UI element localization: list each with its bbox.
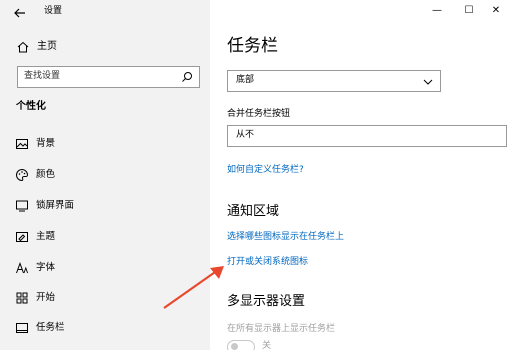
minimize-button[interactable]: —	[422, 0, 452, 24]
theme-icon	[16, 232, 28, 242]
sidebar-item-background[interactable]: 背景	[0, 129, 210, 159]
combine-buttons-label: 合并任务栏按钮	[227, 109, 291, 119]
search-placeholder: 查找设置	[24, 71, 61, 81]
annotation-arrow-icon	[163, 266, 224, 309]
search-icon[interactable]	[181, 71, 193, 83]
maximize-button[interactable]: ☐	[454, 0, 484, 24]
sidebar-item-themes[interactable]: 主题	[0, 222, 210, 252]
sidebar-item-lock-screen[interactable]: 锁屏界面	[0, 191, 210, 221]
system-icons-link[interactable]: 打开或关闭系统图标	[227, 258, 308, 267]
back-arrow-icon[interactable]	[12, 5, 28, 21]
app-title: 设置	[44, 6, 63, 16]
customize-taskbar-link[interactable]: 如何自定义任务栏?	[227, 166, 304, 175]
start-icon	[16, 292, 28, 304]
section-title: 个性化	[16, 101, 46, 112]
dropdown-value: 从不	[236, 130, 255, 140]
sidebar-item-taskbar[interactable]: 任务栏	[0, 313, 210, 343]
close-button[interactable]: ✕	[481, 0, 507, 24]
sidebar-item-label: 任务栏	[36, 322, 65, 333]
dropdown-value: 底部	[236, 75, 255, 85]
sidebar-item-colors[interactable]: 颜色	[0, 160, 210, 190]
sidebar-item-label: 字体	[36, 262, 56, 273]
sidebar-item-label: 颜色	[36, 169, 56, 180]
home-icon	[17, 41, 29, 53]
show-all-displays-toggle[interactable]	[227, 340, 255, 350]
chevron-down-icon	[423, 79, 433, 85]
toggle-knob	[231, 343, 238, 350]
sidebar-item-label: 开始	[36, 292, 56, 303]
sidebar-item-label: 背景	[36, 138, 56, 149]
palette-icon	[16, 168, 29, 182]
font-icon	[16, 262, 29, 274]
page-title: 任务栏	[227, 36, 278, 56]
notification-area-heading: 通知区域	[227, 204, 280, 219]
sidebar-item-label: 锁屏界面	[36, 200, 75, 211]
taskbar-position-dropdown[interactable]: 底部	[227, 70, 441, 92]
search-input[interactable]: 查找设置	[17, 66, 200, 88]
select-taskbar-icons-link[interactable]: 选择哪些图标显示在任务栏上	[227, 233, 344, 242]
main-content: — ☐ ✕ 任务栏 底部 合并任务栏按钮 从不 如何自定义任务栏? 通知区域 选…	[210, 0, 507, 350]
show-all-displays-label: 在所有显示器上显示任务栏	[227, 324, 336, 334]
multi-display-heading: 多显示器设置	[227, 294, 306, 309]
lock-screen-icon	[16, 200, 28, 212]
taskbar-icon	[16, 323, 28, 333]
home-link[interactable]: 主页	[37, 42, 57, 52]
sidebar-item-label: 主题	[36, 231, 56, 242]
image-icon	[16, 139, 28, 149]
toggle-state-label: 关	[262, 341, 272, 350]
combine-buttons-dropdown[interactable]: 从不	[227, 125, 507, 147]
